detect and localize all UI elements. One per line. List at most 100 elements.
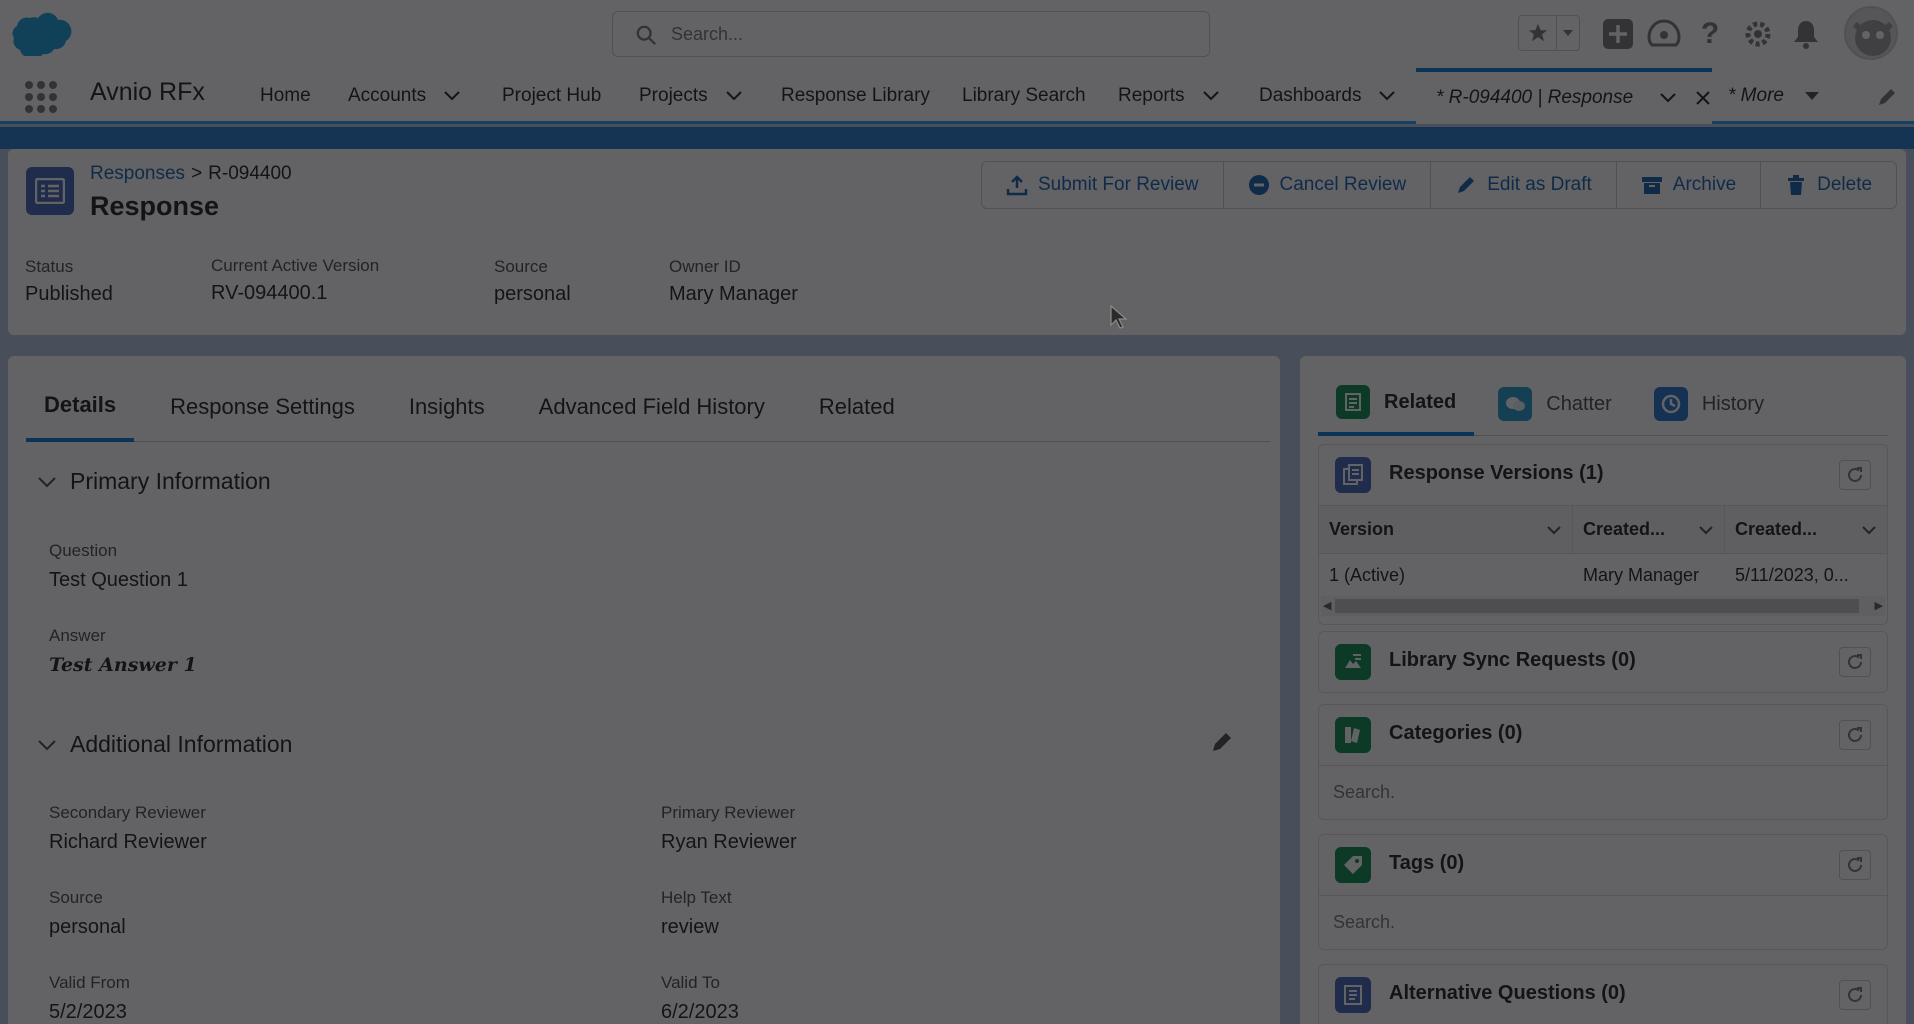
related-list-title[interactable]: Response Versions (1) <box>1389 462 1604 485</box>
nav-more-menu[interactable]: * More <box>1728 68 1820 124</box>
tab-label: History <box>1701 392 1765 415</box>
tags-search[interactable]: Search. <box>1319 895 1887 949</box>
response-record-icon <box>26 167 74 215</box>
search-input[interactable] <box>671 20 1191 48</box>
nav-item-project-hub[interactable]: Project Hub <box>502 68 601 124</box>
tag-icon <box>1335 847 1371 883</box>
nav-item-accounts[interactable]: Accounts <box>348 68 462 124</box>
primary-information-section[interactable]: Primary Information <box>36 468 271 495</box>
nav-label: Dashboards <box>1259 85 1362 106</box>
chevron-down-icon[interactable] <box>724 86 744 106</box>
tab-insights[interactable]: Insights <box>391 372 503 442</box>
field-help-text: Help Text review <box>661 888 732 939</box>
app-name: Avnio RFx <box>90 78 205 106</box>
field-label: Valid To <box>661 973 720 992</box>
field-value: 6/2/2023 <box>661 1001 739 1023</box>
user-avatar[interactable] <box>1844 6 1898 60</box>
salesforce-cloud-logo[interactable] <box>12 12 74 56</box>
close-icon[interactable] <box>1695 90 1711 106</box>
nav-item-library-search[interactable]: Library Search <box>962 68 1086 124</box>
button-label: Cancel Review <box>1279 174 1407 195</box>
star-icon[interactable] <box>1519 16 1557 50</box>
scroll-right-icon[interactable]: ▶ <box>1875 599 1883 612</box>
chevron-down-icon[interactable] <box>1861 525 1877 535</box>
chevron-down-icon[interactable] <box>1698 525 1714 535</box>
breadcrumb-link-responses[interactable]: Responses <box>90 163 185 184</box>
page-title: Response <box>90 191 220 221</box>
chevron-down-icon[interactable] <box>442 86 462 106</box>
column-header-created-date[interactable]: Created... <box>1725 506 1887 553</box>
scroll-left-icon[interactable]: ◀ <box>1323 599 1331 612</box>
nav-item-projects[interactable]: Projects <box>639 68 744 124</box>
column-header-version[interactable]: Version <box>1319 506 1573 553</box>
refresh-icon[interactable] <box>1839 850 1871 880</box>
chevron-down-icon[interactable] <box>1377 86 1397 106</box>
field-label: Current Active Version <box>211 256 380 275</box>
submit-for-review-button[interactable]: Submit For Review <box>982 162 1224 208</box>
nav-item-reports[interactable]: Reports <box>1118 68 1221 124</box>
tab-related-panel[interactable]: Related <box>1318 372 1475 436</box>
caret-down-icon[interactable] <box>1804 90 1820 102</box>
edit-as-draft-button[interactable]: Edit as Draft <box>1431 162 1617 208</box>
scrollbar-thumb[interactable] <box>1335 599 1859 613</box>
column-label: Created... <box>1583 519 1666 539</box>
gear-icon[interactable] <box>1738 14 1778 54</box>
nav-label: Response Library <box>781 85 930 106</box>
related-list-title[interactable]: Tags (0) <box>1389 852 1464 875</box>
refresh-icon[interactable] <box>1839 980 1871 1010</box>
chevron-down-icon[interactable] <box>1659 92 1677 104</box>
tab-chatter[interactable]: Chatter <box>1480 372 1630 436</box>
nav-item-home[interactable]: Home <box>260 68 311 124</box>
tab-related[interactable]: Related <box>801 372 913 442</box>
nav-tab-label: * R-094400 | Response <box>1436 87 1634 108</box>
archive-button[interactable]: Archive <box>1617 162 1762 208</box>
bell-icon[interactable] <box>1786 14 1826 54</box>
additional-information-section[interactable]: Additional Information <box>36 731 292 758</box>
button-label: Delete <box>1817 174 1873 195</box>
record-actions: Submit For Review Cancel Review Edit as … <box>981 161 1898 209</box>
pencil-icon[interactable] <box>1210 730 1234 754</box>
help-icon[interactable]: ? <box>1690 14 1730 54</box>
column-label: Version <box>1329 519 1395 539</box>
related-list-title[interactable]: Alternative Questions (0) <box>1389 982 1626 1005</box>
column-label: Created... <box>1735 519 1818 539</box>
caret-down-icon[interactable] <box>1557 16 1579 50</box>
breadcrumb-current: R-094400 <box>208 163 292 184</box>
tab-label: Related <box>1384 390 1457 413</box>
related-list-icon <box>1336 385 1370 419</box>
related-list-title[interactable]: Library Sync Requests (0) <box>1389 649 1636 672</box>
owner-link[interactable]: Mary Manager <box>669 283 798 306</box>
global-search[interactable] <box>612 11 1210 57</box>
delete-button[interactable]: Delete <box>1761 162 1896 208</box>
nav-item-dashboards[interactable]: Dashboards <box>1259 68 1397 124</box>
related-list-title[interactable]: Categories (0) <box>1389 722 1522 745</box>
version-link[interactable]: 1 (Active) <box>1319 554 1573 596</box>
refresh-icon[interactable] <box>1839 460 1871 490</box>
categories-icon <box>1335 717 1371 753</box>
app-launcher-icon[interactable] <box>24 80 58 114</box>
tab-history[interactable]: History <box>1636 372 1782 436</box>
chevron-down-icon[interactable] <box>1201 86 1221 106</box>
tab-response-settings[interactable]: Response Settings <box>152 372 373 442</box>
trailhead-icon[interactable] <box>1644 14 1684 54</box>
minus-circle-icon <box>1248 174 1270 196</box>
pencil-icon[interactable] <box>1876 86 1898 108</box>
refresh-icon[interactable] <box>1839 720 1871 750</box>
tab-details[interactable]: Details <box>26 372 135 442</box>
column-header-created-by[interactable]: Created... <box>1573 506 1725 553</box>
categories-search[interactable]: Search. <box>1319 765 1887 819</box>
tab-advanced-field-history[interactable]: Advanced Field History <box>521 372 783 442</box>
nav-item-response-library[interactable]: Response Library <box>781 68 930 124</box>
active-version-link[interactable]: RV-094400.1 <box>211 282 379 305</box>
nav-tab-active-record[interactable]: * R-094400 | Response <box>1416 68 1712 124</box>
secondary-reviewer-link[interactable]: Richard Reviewer <box>49 831 207 854</box>
global-header: ? <box>0 0 1914 68</box>
favorites-group[interactable] <box>1518 15 1580 51</box>
horizontal-scrollbar[interactable]: ◀ ▶ <box>1321 596 1885 616</box>
chevron-down-icon[interactable] <box>1546 525 1562 535</box>
primary-reviewer-link[interactable]: Ryan Reviewer <box>661 831 797 854</box>
add-icon[interactable] <box>1598 14 1638 54</box>
refresh-icon[interactable] <box>1839 647 1871 677</box>
field-label: Primary Reviewer <box>661 803 796 822</box>
cancel-review-button[interactable]: Cancel Review <box>1224 162 1432 208</box>
